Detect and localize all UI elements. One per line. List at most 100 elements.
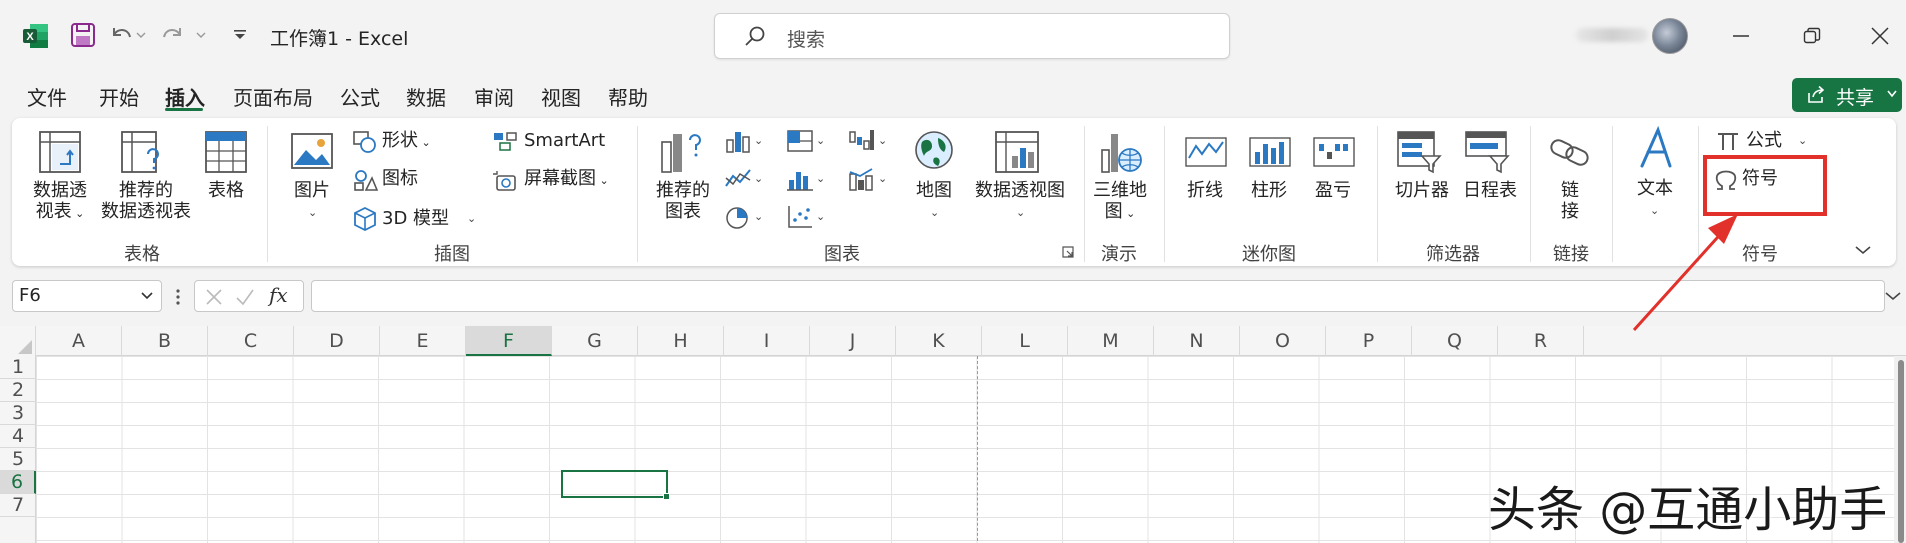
name-box-chevron-icon[interactable] (139, 287, 155, 303)
column-chart-chevron-icon[interactable]: ⌄ (754, 134, 763, 147)
recommended-charts-label[interactable]: 推荐的 图表 (648, 180, 718, 222)
undo-icon[interactable] (108, 22, 134, 48)
tab-page-layout[interactable]: 页面布局 (233, 82, 313, 111)
3d-model-dropdown-chevron-icon[interactable]: ⌄ (467, 212, 476, 225)
redo-dropdown-chevron-icon[interactable] (196, 30, 206, 40)
statistic-chart-icon[interactable] (786, 166, 814, 192)
column-chart-icon[interactable] (724, 128, 752, 154)
row-header-4[interactable]: 4 (0, 425, 36, 448)
combo-chart-chevron-icon[interactable]: ⌄ (878, 172, 887, 185)
tab-insert[interactable]: 插入 (165, 82, 205, 111)
scatter-chart-chevron-icon[interactable]: ⌄ (816, 210, 825, 223)
share-button[interactable]: 共享 (1792, 78, 1902, 112)
pictures-button[interactable]: 图片 (284, 180, 340, 201)
sparkline-winloss-button[interactable]: 盈亏 (1308, 180, 1358, 201)
tab-formulas[interactable]: 公式 (340, 82, 380, 111)
pie-chart-chevron-icon[interactable]: ⌄ (754, 210, 763, 223)
column-header-j[interactable]: J (810, 326, 896, 356)
shapes-button[interactable]: 形状 ⌄ (382, 130, 431, 153)
name-box[interactable]: F6 (12, 280, 162, 312)
sparkline-column-button[interactable]: 柱形 (1244, 180, 1294, 201)
row-header-1[interactable]: 1 (0, 356, 36, 379)
equation-dropdown-chevron-icon[interactable]: ⌄ (1798, 134, 1807, 147)
column-header-f[interactable]: F (466, 326, 552, 356)
pivot-chart-button[interactable]: 数据透视图 (970, 180, 1070, 201)
row-header-6[interactable]: 6 (0, 471, 36, 494)
recommended-pivot-label[interactable]: 推荐的 数据透视表 (96, 180, 196, 222)
line-chart-chevron-icon[interactable]: ⌄ (754, 172, 763, 185)
more-options-icon[interactable] (175, 288, 181, 306)
smartart-button[interactable]: SmartArt (524, 130, 605, 151)
column-header-q[interactable]: Q (1412, 326, 1498, 356)
combo-chart-icon[interactable] (848, 166, 876, 192)
expand-formula-bar-chevron-icon[interactable] (1884, 290, 1902, 302)
link-label[interactable]: 链 接 (1552, 180, 1588, 222)
tab-file[interactable]: 文件 (27, 82, 67, 111)
column-header-a[interactable]: A (36, 326, 122, 356)
pivot-chart-dropdown-chevron-icon[interactable]: ⌄ (1016, 206, 1025, 219)
equation-button[interactable]: 公式 (1746, 130, 1782, 151)
column-header-r[interactable]: R (1498, 326, 1584, 356)
save-icon[interactable] (70, 22, 96, 48)
column-header-l[interactable]: L (982, 326, 1068, 356)
pivot-table-label[interactable]: 数据透 视表 ⌄ (28, 180, 92, 224)
customize-toolbar-icon[interactable] (232, 28, 248, 42)
column-header-m[interactable]: M (1068, 326, 1154, 356)
select-all-corner[interactable] (0, 326, 36, 356)
waterfall-chart-icon[interactable] (848, 128, 876, 154)
undo-dropdown-chevron-icon[interactable] (136, 30, 146, 40)
column-header-o[interactable]: O (1240, 326, 1326, 356)
tab-view[interactable]: 视图 (541, 82, 581, 111)
column-header-n[interactable]: N (1154, 326, 1240, 356)
maps-button[interactable]: 地图 (910, 180, 958, 201)
cancel-formula-icon[interactable] (205, 288, 223, 306)
column-header-b[interactable]: B (122, 326, 208, 356)
tab-help[interactable]: 帮助 (608, 82, 648, 111)
row-header-7[interactable]: 7 (0, 494, 36, 517)
icons-button[interactable]: 图标 (382, 168, 418, 189)
active-cell-f6[interactable] (561, 470, 668, 498)
close-icon[interactable] (1871, 27, 1889, 45)
pictures-dropdown-chevron-icon[interactable]: ⌄ (308, 206, 317, 219)
tab-review[interactable]: 审阅 (474, 82, 514, 111)
column-header-i[interactable]: I (724, 326, 810, 356)
row-header-2[interactable]: 2 (0, 379, 36, 402)
restore-icon[interactable] (1803, 27, 1821, 45)
confirm-formula-icon[interactable] (235, 288, 255, 306)
column-header-c[interactable]: C (208, 326, 294, 356)
screenshot-button[interactable]: 屏幕截图 ⌄ (524, 168, 609, 191)
3d-model-button[interactable]: 3D 模型 (382, 208, 449, 229)
row-header-5[interactable]: 5 (0, 448, 36, 471)
hierarchy-chart-icon[interactable] (786, 128, 814, 154)
insert-function-button[interactable]: fx (269, 283, 288, 307)
collapse-ribbon-chevron-icon[interactable] (1854, 244, 1872, 256)
column-header-e[interactable]: E (380, 326, 466, 356)
statistic-chart-chevron-icon[interactable]: ⌄ (816, 172, 825, 185)
line-chart-icon[interactable] (724, 166, 752, 192)
column-header-d[interactable]: D (294, 326, 380, 356)
pie-chart-icon[interactable] (724, 204, 752, 230)
account-name[interactable] (1576, 28, 1648, 42)
vertical-scrollbar-thumb[interactable] (1898, 360, 1904, 543)
search-box[interactable]: 搜索 (714, 13, 1230, 59)
column-header-g[interactable]: G (552, 326, 638, 356)
row-header-3[interactable]: 3 (0, 402, 36, 425)
avatar[interactable] (1652, 18, 1688, 54)
hierarchy-chart-chevron-icon[interactable]: ⌄ (816, 134, 825, 147)
scatter-chart-icon[interactable] (786, 204, 814, 230)
waterfall-chart-chevron-icon[interactable]: ⌄ (878, 134, 887, 147)
redo-icon[interactable] (160, 22, 186, 48)
maps-dropdown-chevron-icon[interactable]: ⌄ (930, 206, 939, 219)
fill-handle[interactable] (663, 493, 670, 500)
minimize-icon[interactable] (1733, 34, 1749, 38)
share-chevron-icon[interactable] (1886, 87, 1898, 101)
column-header-h[interactable]: H (638, 326, 724, 356)
text-button[interactable]: 文本 (1630, 178, 1680, 199)
3d-map-label[interactable]: 三维地 图 ⌄ (1090, 180, 1150, 224)
timeline-button[interactable]: 日程表 (1460, 180, 1520, 201)
column-header-k[interactable]: K (896, 326, 982, 356)
slicer-button[interactable]: 切片器 (1392, 180, 1452, 201)
tab-data[interactable]: 数据 (406, 82, 446, 111)
sparkline-line-button[interactable]: 折线 (1180, 180, 1230, 201)
table-button[interactable]: 表格 (198, 180, 254, 201)
